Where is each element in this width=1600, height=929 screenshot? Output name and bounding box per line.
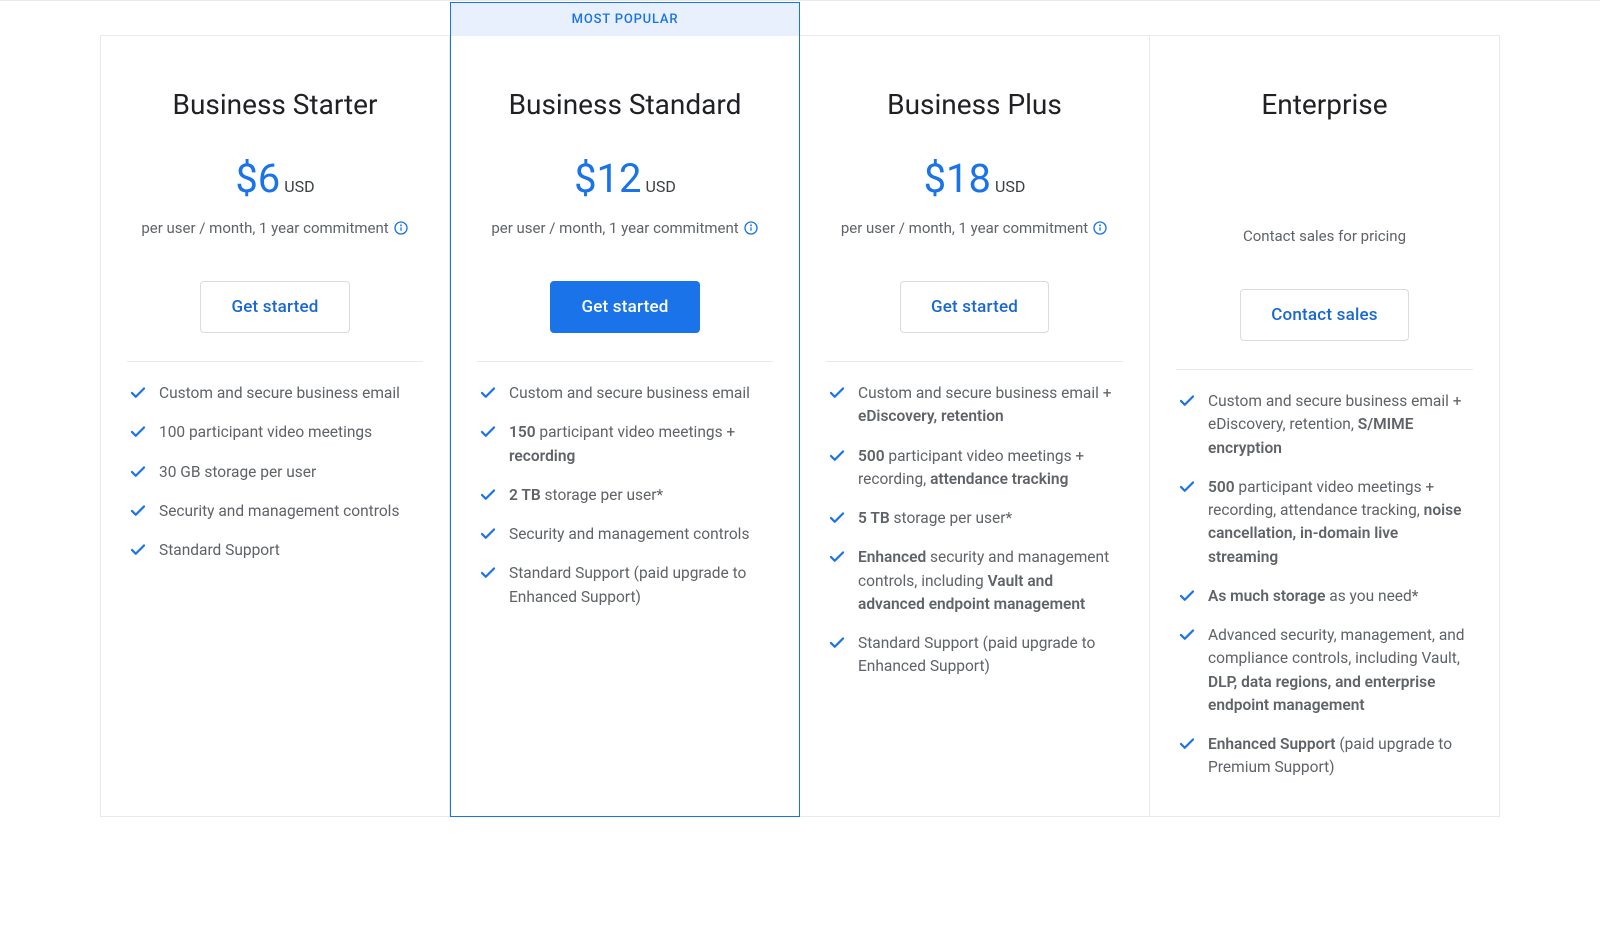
check-icon [479,564,497,582]
check-icon [828,548,846,566]
plan-card-enterprise: Enterprise Contact sales for pricing Conta… [1150,35,1500,817]
feature-list: Custom and secure business email + eDisc… [828,382,1121,679]
plan-card-starter: Business Starter $6USD per user / month, 1… [100,35,450,817]
plan-title: Business Standard [479,88,771,121]
feature-item: 5 TB storage per user* [828,507,1121,530]
feature-item: Standard Support [129,539,421,562]
plan-subtitle: Contact sales for pricing [1178,227,1471,245]
feature-text: Custom and secure business email + eDisc… [1208,390,1471,460]
plan-price: $6USD [129,159,421,199]
feature-item: Enhanced security and management control… [828,546,1121,616]
feature-text: Standard Support (paid upgrade to Enhanc… [509,562,771,609]
feature-text: 5 TB storage per user* [858,507,1012,530]
feature-item: Custom and secure business email [129,382,421,405]
feature-text: As much storage as you need* [1208,585,1418,608]
feature-text: Security and management controls [509,523,749,546]
check-icon [1178,626,1196,644]
feature-item: 150 participant video meetings + recordi… [479,421,771,468]
feature-item: 500 participant video meetings + recordi… [1178,476,1471,569]
check-icon [1178,478,1196,496]
plan-title: Enterprise [1178,88,1471,121]
plan-currency: USD [995,177,1025,196]
feature-text: Enhanced Support (paid upgrade to Premiu… [1208,733,1471,780]
check-icon [479,423,497,441]
feature-text: 500 participant video meetings + recordi… [1208,476,1471,569]
feature-item: Security and management controls [129,500,421,523]
plan-subtitle: per user / month, 1 year commitment [828,219,1121,237]
plan-title: Business Plus [828,88,1121,121]
feature-list: Custom and secure business email + eDisc… [1178,390,1471,780]
cta-standard[interactable]: Get started [550,281,699,333]
feature-item: Custom and secure business email [479,382,771,405]
feature-text: 150 participant video meetings + recordi… [509,421,771,468]
feature-item: 500 participant video meetings + recordi… [828,445,1121,492]
feature-list: Custom and secure business email 150 part… [479,382,771,609]
feature-item: 2 TB storage per user* [479,484,771,507]
plan-currency: USD [646,177,676,196]
feature-text: 500 participant video meetings + recordi… [858,445,1121,492]
feature-text: 2 TB storage per user* [509,484,663,507]
check-icon [129,502,147,520]
feature-item: Custom and secure business email + eDisc… [828,382,1121,429]
feature-item: 100 participant video meetings [129,421,421,444]
plan-currency: USD [284,177,314,196]
plan-title: Business Starter [129,88,421,121]
cta-plus[interactable]: Get started [900,281,1049,333]
check-icon [129,384,147,402]
cta-starter[interactable]: Get started [200,281,349,333]
feature-item: Advanced security, management, and compl… [1178,624,1471,717]
check-icon [828,384,846,402]
feature-item: 30 GB storage per user [129,461,421,484]
feature-text: Custom and secure business email + eDisc… [858,382,1121,429]
feature-text: Custom and secure business email [509,382,750,405]
check-icon [828,509,846,527]
feature-text: Security and management controls [159,500,399,523]
cta-enterprise[interactable]: Contact sales [1240,289,1409,341]
popular-badge: MOST POPULAR [450,2,800,36]
feature-list: Custom and secure business email 100 part… [129,382,421,562]
feature-item: Custom and secure business email + eDisc… [1178,390,1471,460]
plan-subtitle: per user / month, 1 year commitment [479,219,771,237]
check-icon [479,384,497,402]
feature-text: Enhanced security and management control… [858,546,1121,616]
divider [127,361,423,362]
pricing-grid: Business Starter $6USD per user / month, 1… [80,35,1520,817]
check-icon [1178,587,1196,605]
feature-item: Enhanced Support (paid upgrade to Premiu… [1178,733,1471,780]
divider [477,361,773,362]
feature-item: As much storage as you need* [1178,585,1471,608]
check-icon [129,463,147,481]
plan-price: $18USD [828,159,1121,199]
plan-card-plus: Business Plus $18USD per user / month, 1 y… [800,35,1150,817]
feature-item: Standard Support (paid upgrade to Enhanc… [828,632,1121,679]
plan-price-empty [1178,159,1471,207]
check-icon [828,634,846,652]
feature-text: 100 participant video meetings [159,421,372,444]
check-icon [1178,392,1196,410]
plan-card-standard: MOST POPULARBusiness Standard$12USDper u… [450,35,800,817]
check-icon [129,423,147,441]
feature-text: Standard Support [159,539,280,562]
plan-subtitle: per user / month, 1 year commitment [129,219,421,237]
divider [1176,369,1473,370]
feature-item: Security and management controls [479,523,771,546]
feature-text: Custom and secure business email [159,382,400,405]
feature-text: Advanced security, management, and compl… [1208,624,1471,717]
feature-item: Standard Support (paid upgrade to Enhanc… [479,562,771,609]
divider [826,361,1123,362]
check-icon [479,486,497,504]
check-icon [1178,735,1196,753]
check-icon [479,525,497,543]
plan-price: $12USD [479,159,771,199]
info-icon[interactable] [743,220,759,236]
info-icon[interactable] [1092,220,1108,236]
feature-text: Standard Support (paid upgrade to Enhanc… [858,632,1121,679]
feature-text: 30 GB storage per user [159,461,316,484]
info-icon[interactable] [393,220,409,236]
check-icon [828,447,846,465]
check-icon [129,541,147,559]
